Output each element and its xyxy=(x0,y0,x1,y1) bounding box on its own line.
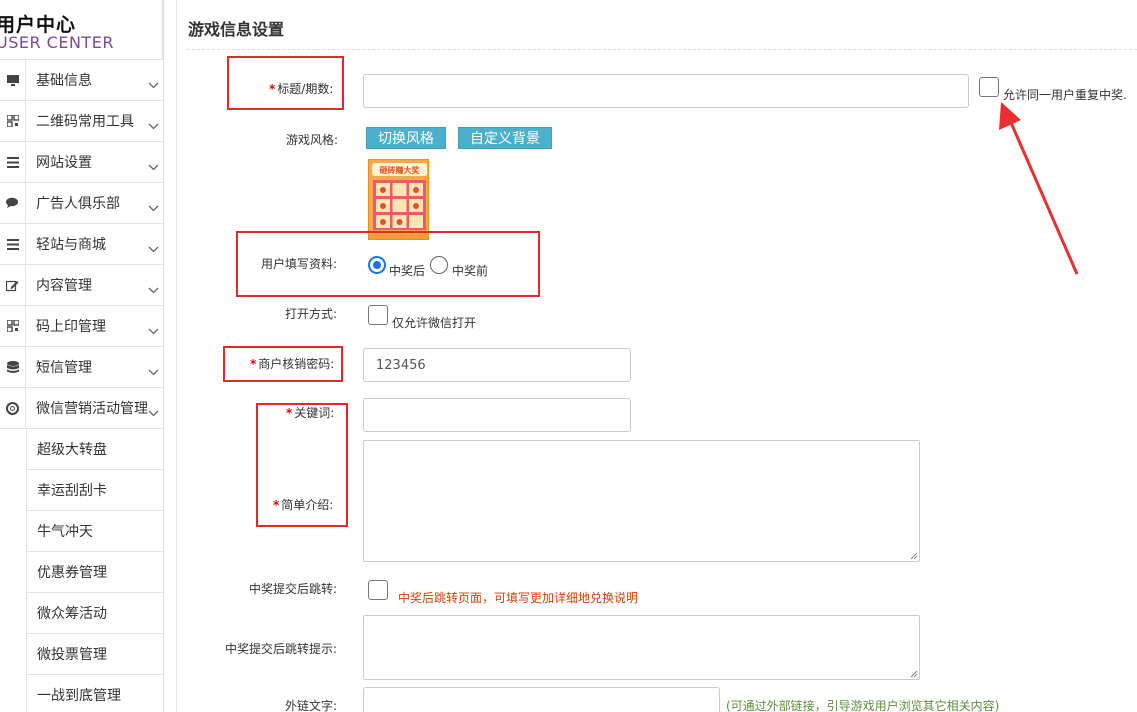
resize-handle-icon[interactable] xyxy=(909,669,918,678)
sidebar-item-label: 轻站与商城 xyxy=(36,237,106,253)
sidebar-item[interactable]: 短信管理 xyxy=(0,347,163,388)
database-icon xyxy=(0,347,26,387)
sidebar-item[interactable]: 码上印管理 xyxy=(0,306,163,347)
sidebar-subitem[interactable]: 微投票管理 xyxy=(26,634,163,675)
custom-background-button[interactable]: 自定义背景 xyxy=(458,127,552,149)
sidebar-subitem-label: 超级大转盘 xyxy=(37,442,107,458)
sidebar-item[interactable]: 微信营销活动管理 xyxy=(0,388,163,429)
sidebar-item[interactable]: 广告人俱乐部 xyxy=(0,183,163,224)
sidebar-item-label: 基础信息 xyxy=(36,73,92,89)
sidebar-item-label: 微信营销活动管理 xyxy=(36,401,148,417)
sidebar-item-label: 网站设置 xyxy=(36,155,92,171)
list-icon xyxy=(0,224,26,264)
annotation-box-fill-info xyxy=(236,231,540,297)
annotation-box-keyword-intro xyxy=(256,403,348,527)
sidebar-subitem[interactable]: 牛气冲天 xyxy=(26,511,163,552)
sidebar-subitem[interactable]: 一战到底管理 xyxy=(26,675,163,712)
title-input[interactable] xyxy=(363,74,969,108)
sidebar-item[interactable]: 轻站与商城 xyxy=(0,224,163,265)
brand-logo: 用户中心 USER CENTER xyxy=(0,0,163,60)
sidebar-subitem-label: 幸运刮刮卡 xyxy=(37,483,107,499)
allow-repeat-checkbox[interactable] xyxy=(979,77,999,97)
annotation-box-title xyxy=(227,56,344,110)
chevron-down-icon[interactable] xyxy=(148,156,159,175)
qrcode-icon xyxy=(0,306,26,346)
sidebar-subitem[interactable]: 超级大转盘 xyxy=(26,429,163,470)
merchant-password-input[interactable]: 123456 xyxy=(363,348,631,382)
redirect-checkbox[interactable] xyxy=(368,580,388,600)
chevron-down-icon[interactable] xyxy=(148,361,159,380)
switch-style-button[interactable]: 切换风格 xyxy=(366,127,446,149)
wechat-only-checkbox[interactable] xyxy=(368,305,388,325)
qrcode-icon xyxy=(0,101,26,141)
chevron-down-icon[interactable] xyxy=(148,197,159,216)
edit-icon xyxy=(0,265,26,305)
brand-subtitle: USER CENTER xyxy=(0,33,114,52)
title-divider xyxy=(187,49,1137,50)
open-mode-label: 打开方式: xyxy=(285,307,338,321)
sidebar-subitem-label: 一战到底管理 xyxy=(37,688,121,704)
chevron-down-icon[interactable] xyxy=(148,238,159,257)
sidebar-item-label: 码上印管理 xyxy=(36,319,106,335)
thumb-caption: 砸砖赚大奖 xyxy=(380,165,421,175)
annotation-arrow xyxy=(999,102,1079,275)
wechat-only-label: 仅允许微信打开 xyxy=(392,316,477,330)
sidebar-subitem[interactable]: 幸运刮刮卡 xyxy=(26,470,163,511)
chevron-down-icon[interactable] xyxy=(148,115,159,134)
chevron-down-icon[interactable] xyxy=(148,402,159,421)
redirect-label: 中奖提交后跳转: xyxy=(249,582,338,596)
list-icon xyxy=(0,142,26,182)
chevron-down-icon[interactable] xyxy=(148,279,159,298)
main-content: 游戏信息设置 * 标题/期数: 允许同一用户重复中奖. 游戏风格: 切换风格 自定… xyxy=(176,0,1137,712)
sidebar-item[interactable]: 基础信息 xyxy=(0,60,163,101)
sidebar-item-label: 短信管理 xyxy=(36,360,92,376)
chevron-down-icon[interactable] xyxy=(148,320,159,339)
sidebar-item[interactable]: 网站设置 xyxy=(0,142,163,183)
lifebuoy-icon xyxy=(0,388,26,428)
sidebar-subitem-label: 牛气冲天 xyxy=(37,524,93,540)
sidebar-subitem-label: 优惠券管理 xyxy=(37,565,107,581)
sidebar-item-label: 内容管理 xyxy=(36,278,92,294)
external-hint: (可通过外部链接，引导游戏用户浏览其它相关内容) xyxy=(726,699,1000,712)
external-text-label: 外链文字: xyxy=(285,699,338,712)
game-style-label: 游戏风格: xyxy=(286,133,339,147)
sidebar-subitem-label: 微众筹活动 xyxy=(37,606,107,622)
external-text-input[interactable] xyxy=(363,687,720,712)
redirect-hint: 中奖后跳转页面，可填写更加详细地兑换说明 xyxy=(398,591,639,605)
keyword-input[interactable] xyxy=(363,398,631,432)
sidebar-subitem[interactable]: 优惠券管理 xyxy=(26,552,163,593)
sidebar: 用户中心 USER CENTER 基础信息二维码常用工具 网站设置广告人俱乐部 轻站… xyxy=(0,0,164,712)
sidebar-item[interactable]: 二维码常用工具 xyxy=(0,101,163,142)
monitor-icon xyxy=(0,60,26,100)
sidebar-item-label: 二维码常用工具 xyxy=(36,114,134,130)
game-thumb-image: 砸砖赚大奖 xyxy=(369,160,428,239)
sidebar-item[interactable]: 内容管理 xyxy=(0,265,163,306)
sidebar-item-label: 广告人俱乐部 xyxy=(36,196,120,212)
sidebar-subitem-label: 微投票管理 xyxy=(37,647,107,663)
game-style-thumbnail[interactable]: 砸砖赚大奖 xyxy=(368,159,429,240)
redirect-tip-label: 中奖提交后跳转提示: xyxy=(225,642,338,656)
resize-handle-icon[interactable] xyxy=(909,551,918,560)
page-title: 游戏信息设置 xyxy=(188,20,285,39)
intro-textarea[interactable] xyxy=(363,440,920,562)
chat-icon xyxy=(0,183,26,223)
annotation-box-merchant-password xyxy=(223,346,343,382)
redirect-tip-textarea[interactable] xyxy=(363,615,920,680)
sidebar-subitem[interactable]: 微众筹活动 xyxy=(26,593,163,634)
chevron-down-icon[interactable] xyxy=(148,74,159,93)
